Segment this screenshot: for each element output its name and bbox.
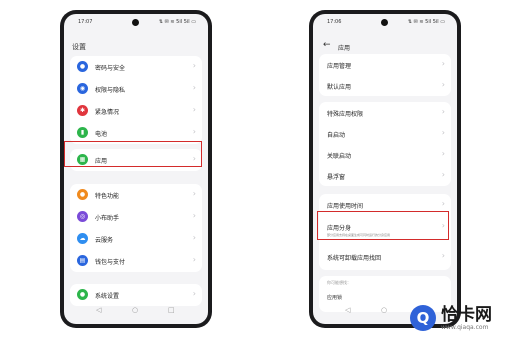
settings-item-wallet[interactable]: ▤ 钱包与支付 › (70, 250, 202, 272)
chevron-right-icon: › (441, 251, 445, 260)
front-camera (132, 19, 139, 26)
chevron-right-icon: › (441, 59, 445, 68)
suggestion-hint: 你可能想找： (327, 280, 351, 285)
system-icon: ● (77, 289, 88, 300)
settings-item-label: 密码与安全 (95, 65, 126, 72)
phone-left: 17:07 ⇅ ✉ ≋ 5il 5il ▭ 设置 ● 密码与安全 › ◉ 权限与… (60, 10, 212, 328)
navigation-bar: ◁ ○ □ (64, 306, 208, 318)
feature-icon: ● (77, 189, 88, 200)
chevron-right-icon: › (441, 107, 445, 116)
settings-item-cloud[interactable]: ☁ 云服务 › (70, 228, 202, 250)
settings-item-label: 小布助手 (95, 215, 120, 222)
nav-home-icon[interactable]: ○ (132, 306, 138, 314)
apps-group-permissions: 特殊应用权限 › 自启动 › 关联启动 › 悬浮窗 › (319, 102, 451, 186)
cloud-icon: ☁ (77, 233, 88, 244)
emergency-icon: ✱ (77, 105, 88, 116)
settings-item-label: 电池 (95, 131, 108, 138)
suggestion-link-app-lock[interactable]: 应用锁 (327, 294, 342, 301)
chevron-right-icon: › (192, 233, 196, 242)
settings-item-label: 钱包与支付 (95, 259, 126, 266)
settings-item-label: 紧急情况 (95, 109, 120, 116)
settings-item-label: 特色功能 (95, 193, 120, 200)
brand-url: www.qiaqa.com (441, 323, 489, 331)
settings-item-privacy[interactable]: ◉ 权限与隐私 › (70, 78, 202, 100)
apps-item-label: 悬浮窗 (327, 174, 346, 181)
chevron-right-icon: › (192, 211, 196, 220)
chevron-right-icon: › (192, 105, 196, 114)
apps-group-manage: 应用管理 › 默认应用 › (319, 54, 451, 96)
page-title: 设置 (72, 43, 86, 51)
status-time: 17:07 (78, 19, 93, 25)
settings-group-security: ● 密码与安全 › ◉ 权限与隐私 › ✱ 紧急情况 › ▮ 电池 › (70, 56, 202, 144)
brand-name: 恰卡网 (441, 304, 492, 325)
chevron-right-icon: › (192, 127, 196, 136)
apps-item-autostart[interactable]: 自启动 › (319, 123, 451, 144)
chevron-right-icon: › (441, 170, 445, 179)
settings-item-password[interactable]: ● 密码与安全 › (70, 56, 202, 78)
highlight-box-app-clone (317, 211, 449, 240)
chevron-right-icon: › (441, 128, 445, 137)
apps-item-special-permissions[interactable]: 特殊应用权限 › (319, 102, 451, 123)
assistant-icon: ◎ (77, 211, 88, 222)
chevron-right-icon: › (192, 255, 196, 264)
status-icons: ⇅ ✉ ≋ 5il 5il ▭ (407, 19, 445, 25)
apps-item-label: 自启动 (327, 132, 346, 139)
chevron-right-icon: › (441, 149, 445, 158)
settings-item-system[interactable]: ● 系统设置 › (70, 284, 202, 306)
apps-item-label: 特殊应用权限 (327, 111, 364, 118)
brand-watermark: Q 恰卡网 www.qiaqa.com (410, 304, 492, 332)
battery-icon: ▮ (77, 127, 88, 138)
chevron-right-icon: › (192, 189, 196, 198)
apps-item-label: 默认应用 (327, 84, 352, 91)
chevron-right-icon: › (192, 61, 196, 70)
apps-item-label: 系统可卸载应用找回 (327, 255, 382, 262)
settings-group-system: ● 系统设置 › (70, 284, 202, 306)
apps-item-manage[interactable]: 应用管理 › (319, 54, 451, 75)
status-time: 17:06 (327, 19, 342, 25)
apps-item-label: 应用管理 (327, 63, 352, 70)
page-title: 应用 (338, 45, 351, 52)
settings-item-label: 系统设置 (95, 293, 120, 300)
settings-item-emergency[interactable]: ✱ 紧急情况 › (70, 100, 202, 122)
brand-logo-icon: Q (410, 305, 436, 331)
apps-item-default[interactable]: 默认应用 › (319, 75, 451, 96)
apps-item-label: 关联启动 (327, 153, 352, 160)
nav-recent-icon[interactable]: □ (168, 306, 175, 314)
apps-item-linked-start[interactable]: 关联启动 › (319, 144, 451, 165)
settings-group-services: ● 特色功能 › ◎ 小布助手 › ☁ 云服务 › ▤ 钱包与支付 › (70, 184, 202, 272)
nav-home-icon[interactable]: ○ (381, 306, 387, 314)
chevron-right-icon: › (192, 83, 196, 92)
chevron-right-icon: › (441, 80, 445, 89)
settings-screen: 17:07 ⇅ ✉ ≋ 5il 5il ▭ 设置 ● 密码与安全 › ◉ 权限与… (64, 14, 208, 324)
lock-icon: ● (77, 61, 88, 72)
wallet-icon: ▤ (77, 255, 88, 266)
back-arrow-icon[interactable]: ← (323, 40, 331, 50)
nav-back-icon[interactable]: ◁ (96, 306, 101, 314)
highlight-box-apps (64, 141, 202, 167)
front-camera (381, 19, 388, 26)
chevron-right-icon: › (192, 289, 196, 298)
nav-back-icon[interactable]: ◁ (345, 306, 350, 314)
status-icons: ⇅ ✉ ≋ 5il 5il ▭ (158, 19, 196, 25)
apps-item-label: 应用使用时间 (327, 203, 364, 210)
apps-item-uninstalled-recovery[interactable]: 系统可卸载应用找回 › (319, 246, 451, 267)
settings-item-assistant[interactable]: ◎ 小布助手 › (70, 206, 202, 228)
apps-screen: 17:06 ⇅ ✉ ≋ 5il 5il ▭ ← 应用 应用管理 › 默认应用 ›… (313, 14, 457, 324)
apps-item-floating-window[interactable]: 悬浮窗 › (319, 165, 451, 186)
settings-item-label: 云服务 (95, 237, 114, 244)
settings-item-label: 权限与隐私 (95, 87, 126, 94)
phone-right: 17:06 ⇅ ✉ ≋ 5il 5il ▭ ← 应用 应用管理 › 默认应用 ›… (309, 10, 461, 328)
settings-item-features[interactable]: ● 特色功能 › (70, 184, 202, 206)
chevron-right-icon: › (441, 199, 445, 208)
privacy-icon: ◉ (77, 83, 88, 94)
